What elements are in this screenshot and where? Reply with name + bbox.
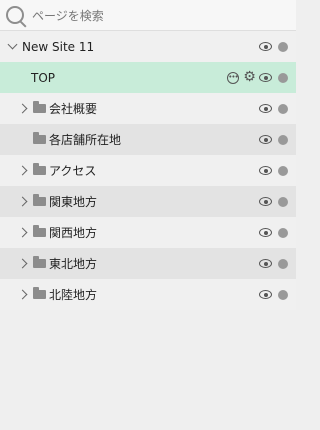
folder-icon [33,163,46,175]
page-label: アクセス [49,164,97,178]
status-dot-icon[interactable] [278,72,288,83]
tree-row[interactable]: アクセス [0,155,296,186]
folder-icon [33,101,46,113]
eye-icon[interactable] [259,135,272,144]
search-bar [0,0,296,31]
page-label: 東北地方 [49,257,98,271]
chevron-right-icon[interactable] [17,289,28,300]
page-label: 関東地方 [49,195,98,209]
folder-icon [33,287,46,299]
chevron-right-icon[interactable] [17,196,28,207]
status-dot-icon[interactable] [278,134,288,145]
tree-row[interactable]: 東北地方 [0,248,296,279]
tree-row[interactable]: 各店舗所在地 [0,124,296,155]
tree-row-site[interactable]: New Site 11 [0,31,296,62]
eye-icon[interactable] [259,228,272,237]
eye-icon[interactable] [259,73,272,82]
status-dot-icon[interactable] [278,165,288,176]
tree-row[interactable]: 関西地方 [0,217,296,248]
eye-icon[interactable] [259,197,272,206]
chevron-right-icon[interactable] [17,165,28,176]
status-dot-icon[interactable] [278,289,288,300]
folder-icon [33,225,46,237]
folder-icon [33,132,46,144]
tree-empty-area [0,310,296,430]
page-label: 関西地方 [49,226,98,240]
gear-icon[interactable]: ⚙ [243,70,256,84]
status-dot-icon[interactable] [278,103,288,114]
eye-icon[interactable] [259,290,272,299]
folder-icon [33,194,46,206]
chevron-right-icon[interactable] [17,103,28,114]
eye-icon[interactable] [259,166,272,175]
chevron-right-icon[interactable] [17,258,28,269]
chevron-right-icon[interactable] [17,227,28,238]
status-dot-icon[interactable] [278,196,288,207]
site-label: New Site 11 [22,39,95,54]
top-page-label: TOP [31,70,56,85]
tree-row[interactable]: 関東地方 [0,186,296,217]
status-dot-icon[interactable] [278,41,288,52]
page-label: 各店舗所在地 [49,133,122,147]
status-dot-icon[interactable] [278,258,288,269]
eye-icon[interactable] [259,104,272,113]
search-icon [6,6,24,24]
page-label: 会社概要 [49,102,98,116]
page-label: 北陸地方 [49,288,98,302]
eye-icon[interactable] [259,259,272,268]
tree-row-top[interactable]: TOP ••• ⚙ [0,62,296,93]
folder-icon [33,256,46,268]
more-options-icon[interactable]: ••• [227,71,239,84]
tree-row[interactable]: 会社概要 [0,93,296,124]
eye-icon[interactable] [259,42,272,51]
status-dot-icon[interactable] [278,227,288,238]
chevron-down-icon[interactable] [7,39,18,50]
page-tree: New Site 11 TOP ••• ⚙ 会社概要 各店舗所在地 アクセス 関… [0,31,296,430]
search-input[interactable] [30,4,284,28]
tree-row[interactable]: 北陸地方 [0,279,296,310]
